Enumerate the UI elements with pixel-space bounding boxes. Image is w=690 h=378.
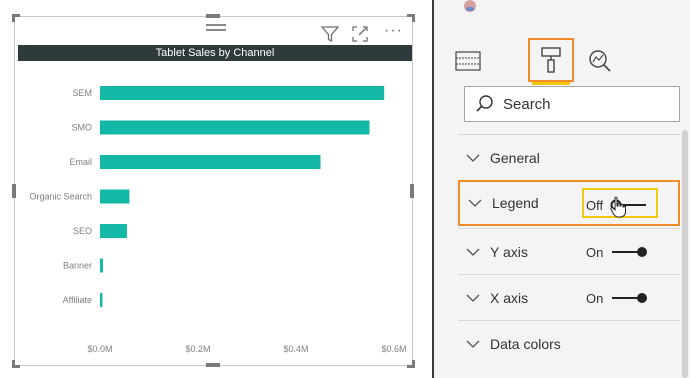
paint-roller-icon (541, 47, 561, 73)
section-x-axis[interactable]: X axis On (458, 274, 680, 320)
chevron-down-icon (466, 294, 480, 302)
bar-affiliate[interactable] (100, 293, 103, 307)
resize-handle-left[interactable] (12, 184, 16, 198)
tab-analytics[interactable] (578, 40, 622, 82)
chevron-down-icon (466, 340, 480, 348)
visual-type-icon[interactable] (464, 0, 476, 12)
category-label: SMO (71, 123, 92, 133)
bar-smo[interactable] (100, 120, 370, 135)
bar-organic-search[interactable] (100, 189, 130, 204)
category-label: Affiliate (63, 295, 92, 305)
filter-icon[interactable] (320, 24, 340, 44)
y-axis-toggle[interactable]: On (586, 229, 648, 275)
bar-seo[interactable] (100, 224, 127, 238)
search-icon (476, 95, 493, 112)
section-label: Data colors (490, 335, 561, 352)
fields-icon (455, 51, 481, 71)
bar-banner[interactable] (100, 258, 103, 273)
x-tick-label: $0.2M (185, 344, 210, 354)
chevron-down-icon (468, 199, 482, 207)
toggle-state-label: On (586, 244, 604, 260)
bar-sem[interactable] (100, 86, 385, 100)
resize-handle-bottom[interactable] (206, 363, 220, 367)
search-input[interactable]: Search (464, 86, 680, 122)
resize-handle-top[interactable] (206, 14, 220, 18)
resize-handle-bottom-right[interactable] (407, 360, 415, 368)
toggle-state-label: On (586, 290, 604, 306)
section-legend[interactable]: Legend Off (458, 180, 680, 226)
section-label: Y axis (490, 243, 528, 260)
visualizations-pane: Search General Legend Off Y axis On X ax… (434, 0, 690, 378)
section-label: X axis (490, 289, 529, 306)
resize-handle-bottom-left[interactable] (12, 360, 20, 368)
section-label: General (490, 149, 540, 166)
category-label: SEM (72, 88, 92, 98)
more-options-icon[interactable]: ··· (384, 22, 403, 40)
hand-cursor-icon (610, 196, 626, 218)
resize-handle-top-left[interactable] (12, 14, 20, 22)
chart-title: Tablet Sales by Channel (18, 45, 412, 61)
resize-handle-right[interactable] (410, 184, 414, 198)
toggle-state-label: Off (586, 197, 604, 213)
bar-email[interactable] (100, 155, 321, 169)
x-axis-toggle[interactable]: On (586, 275, 648, 321)
category-label: Organic Search (29, 192, 92, 202)
drag-handle-icon[interactable] (206, 24, 226, 34)
report-canvas: ··· Tablet Sales by Channel SEM SMO Email O… (0, 0, 432, 378)
pane-scrollbar[interactable] (682, 130, 688, 378)
tab-format[interactable] (528, 38, 574, 82)
chevron-down-icon (466, 154, 480, 162)
section-data-colors[interactable]: Data colors (458, 320, 680, 366)
category-label: Banner (63, 261, 92, 271)
bar-chart: SEM SMO Email Organic Search SEO Banner Affili… (29, 86, 407, 354)
toggle-on-icon (612, 247, 647, 257)
section-y-axis[interactable]: Y axis On (458, 228, 680, 274)
category-label: SEO (73, 226, 92, 236)
x-tick-label: $0.0M (87, 344, 112, 354)
category-label: Email (69, 157, 92, 167)
section-general[interactable]: General (458, 134, 680, 180)
chevron-down-icon (466, 248, 480, 256)
focus-mode-icon[interactable] (350, 24, 370, 44)
x-tick-label: $0.6M (381, 344, 406, 354)
section-label: Legend (492, 195, 539, 211)
tab-selected-indicator (532, 82, 570, 85)
tab-fields[interactable] (446, 40, 490, 82)
analytics-icon (589, 50, 611, 72)
resize-handle-top-right[interactable] (407, 14, 415, 22)
toggle-on-icon (612, 293, 647, 303)
search-placeholder: Search (503, 95, 551, 113)
x-tick-label: $0.4M (283, 344, 308, 354)
